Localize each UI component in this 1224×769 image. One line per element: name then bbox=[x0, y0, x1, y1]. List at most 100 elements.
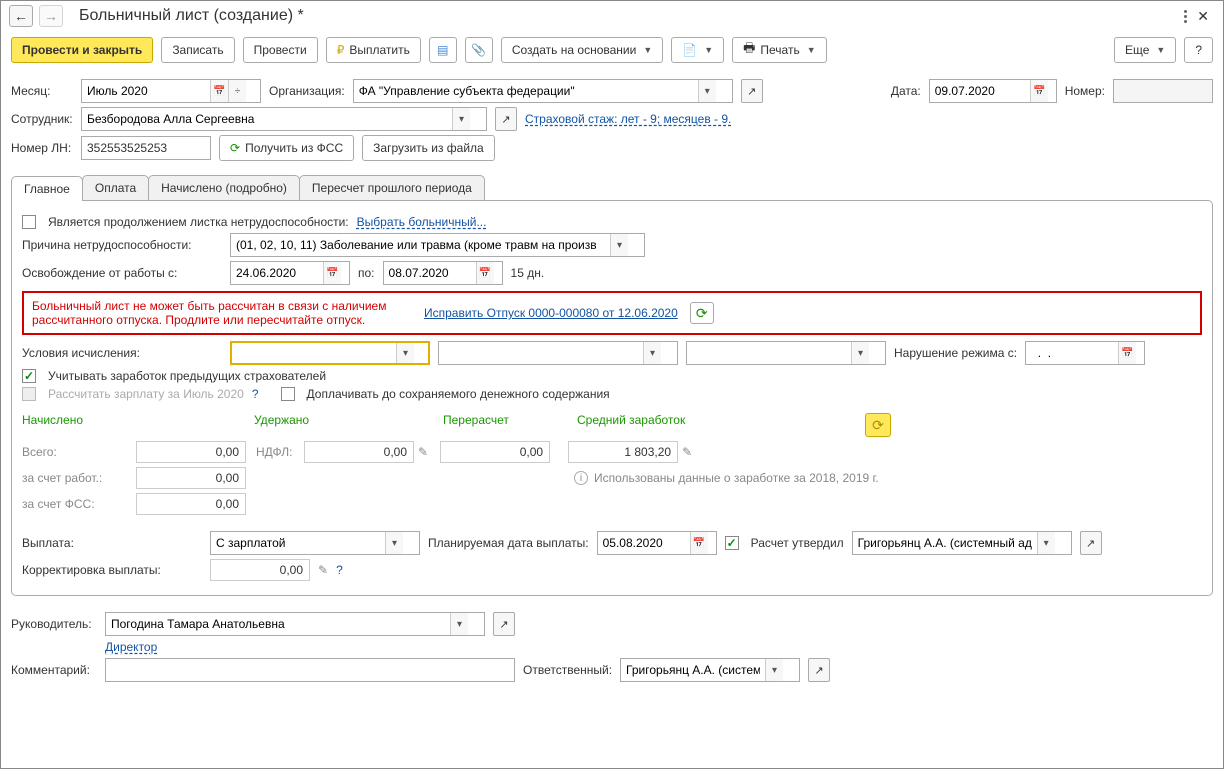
pay-button[interactable]: ₽Выплатить bbox=[326, 37, 421, 63]
dropdown-icon[interactable]: ▾ bbox=[452, 108, 470, 130]
total-label: Всего: bbox=[22, 445, 132, 459]
consider-prev-checkbox[interactable] bbox=[22, 369, 36, 383]
reload-icon[interactable]: ⟳ bbox=[690, 302, 714, 324]
recalculate-icon[interactable]: ⟳ bbox=[865, 413, 891, 437]
org-open-icon[interactable]: ↗ bbox=[741, 79, 763, 103]
fix-vacation-link[interactable]: Исправить Отпуск 0000-000080 от 12.06.20… bbox=[424, 306, 678, 320]
avg-earn-value[interactable]: 1 803,20 bbox=[568, 441, 678, 463]
employer-label: за счет работ.: bbox=[22, 471, 132, 485]
correction-label: Корректировка выплаты: bbox=[22, 563, 202, 577]
attachments-icon[interactable] bbox=[465, 37, 493, 63]
calendar-icon[interactable]: 📅 bbox=[1118, 342, 1136, 364]
post-button[interactable]: Провести bbox=[243, 37, 318, 63]
load-from-file-button[interactable]: Загрузить из файла bbox=[362, 135, 495, 161]
ndfl-value[interactable]: 0,00 bbox=[304, 441, 414, 463]
date-field[interactable]: 📅 bbox=[929, 79, 1057, 103]
responsible-open-icon[interactable]: ↗ bbox=[808, 658, 830, 682]
month-label: Месяц: bbox=[11, 84, 73, 98]
dropdown-icon[interactable]: ▾ bbox=[851, 342, 869, 364]
dropdown-icon[interactable]: ▾ bbox=[765, 659, 783, 681]
tab-main[interactable]: Главное bbox=[11, 176, 83, 201]
payment-field[interactable]: ▾ bbox=[210, 531, 420, 555]
calendar-icon[interactable]: 📅 bbox=[476, 262, 494, 284]
comment-field[interactable] bbox=[105, 658, 515, 682]
date-label: Дата: bbox=[891, 84, 921, 98]
help-icon[interactable]: ? bbox=[252, 387, 259, 401]
dropdown-icon[interactable]: ▾ bbox=[396, 343, 414, 363]
employer-value[interactable]: 0,00 bbox=[136, 467, 246, 489]
violation-date-field[interactable]: 📅 bbox=[1025, 341, 1145, 365]
calendar-icon[interactable]: 📅 bbox=[323, 262, 341, 284]
release-label: Освобождение от работы с: bbox=[22, 266, 222, 280]
total-accrued[interactable]: 0,00 bbox=[136, 441, 246, 463]
manager-open-icon[interactable]: ↗ bbox=[493, 612, 515, 636]
calc-condition-3[interactable]: ▾ bbox=[686, 341, 886, 365]
dropdown-icon[interactable]: ▾ bbox=[1037, 532, 1055, 554]
avg-earn-header: Средний заработок bbox=[577, 413, 737, 437]
approved-checkbox[interactable] bbox=[725, 536, 739, 550]
release-to-field[interactable]: 📅 bbox=[383, 261, 503, 285]
edit-ndfl-icon[interactable]: ✎ bbox=[418, 445, 428, 459]
help-icon[interactable]: ? bbox=[336, 563, 343, 577]
nav-forward[interactable]: → bbox=[39, 5, 63, 27]
calc-condition-2[interactable]: ▾ bbox=[438, 341, 678, 365]
responsible-field[interactable]: ▾ bbox=[620, 658, 800, 682]
supplement-checkbox[interactable] bbox=[281, 387, 295, 401]
dropdown-icon[interactable]: ▾ bbox=[450, 613, 468, 635]
approved-by-field[interactable]: ▾ bbox=[852, 531, 1072, 555]
planned-date-field[interactable]: 📅 bbox=[597, 531, 717, 555]
reason-field[interactable]: ▾ bbox=[230, 233, 645, 257]
save-button[interactable]: Записать bbox=[161, 37, 234, 63]
employee-open-icon[interactable]: ↗ bbox=[495, 107, 517, 131]
employee-field[interactable]: ▾ bbox=[81, 107, 487, 131]
create-based-on-button[interactable]: Создать на основании▼ bbox=[501, 37, 663, 63]
manager-field[interactable]: ▾ bbox=[105, 612, 485, 636]
calendar-icon[interactable]: 📅 bbox=[690, 532, 708, 554]
number-label: Номер: bbox=[1065, 84, 1105, 98]
number-field bbox=[1113, 79, 1213, 103]
manager-label: Руководитель: bbox=[11, 617, 97, 631]
approved-label: Расчет утвердил bbox=[751, 536, 844, 550]
document-structure-icon[interactable]: ▤ bbox=[429, 37, 457, 63]
choose-sick-leave-link[interactable]: Выбрать больничный... bbox=[357, 215, 487, 229]
help-button[interactable]: ? bbox=[1184, 37, 1213, 63]
continuation-checkbox[interactable] bbox=[22, 215, 36, 229]
dropdown-icon[interactable]: ▾ bbox=[698, 80, 716, 102]
close-icon[interactable]: ✕ bbox=[1197, 8, 1209, 25]
ln-field[interactable]: 352553525253 bbox=[81, 136, 211, 160]
error-box: Больничный лист не может быть рассчитан … bbox=[22, 291, 1202, 335]
tab-recalc[interactable]: Пересчет прошлого периода bbox=[299, 175, 485, 200]
print-button[interactable]: Печать▼ bbox=[732, 37, 827, 63]
post-and-close-button[interactable]: Провести и закрыть bbox=[11, 37, 153, 63]
tab-accrued-detail[interactable]: Начислено (подробно) bbox=[148, 175, 300, 200]
calc-condition-1[interactable]: ▾ bbox=[230, 341, 430, 365]
info-icon: i bbox=[574, 471, 588, 485]
recalc-value[interactable]: 0,00 bbox=[440, 441, 550, 463]
stepper-icon[interactable]: ÷ bbox=[228, 80, 246, 102]
tab-payment[interactable]: Оплата bbox=[82, 175, 149, 200]
correction-value[interactable]: 0,00 bbox=[210, 559, 310, 581]
get-from-fss-button[interactable]: ⟳Получить из ФСС bbox=[219, 135, 354, 161]
calendar-icon[interactable]: 📅 bbox=[210, 80, 228, 102]
approved-open-icon[interactable]: ↗ bbox=[1080, 531, 1102, 555]
dropdown-icon[interactable]: ▾ bbox=[643, 342, 661, 364]
calc-conditions-label: Условия исчисления: bbox=[22, 346, 222, 360]
recalc-salary-checkbox bbox=[22, 387, 36, 401]
more-button[interactable]: Еще▼ bbox=[1114, 37, 1176, 63]
org-field[interactable]: ▾ bbox=[353, 79, 733, 103]
release-from-field[interactable]: 📅 bbox=[230, 261, 350, 285]
dropdown-icon[interactable]: ▾ bbox=[385, 532, 403, 554]
dropdown-icon[interactable]: ▾ bbox=[610, 234, 628, 256]
edit-avg-icon[interactable]: ✎ bbox=[682, 445, 692, 459]
fss-value[interactable]: 0,00 bbox=[136, 493, 246, 515]
kebab-menu-icon[interactable] bbox=[1184, 8, 1187, 25]
position-link[interactable]: Директор bbox=[105, 640, 157, 654]
nav-back[interactable]: ← bbox=[9, 5, 33, 27]
fss-label: за счет ФСС: bbox=[22, 497, 132, 511]
edit-correction-icon[interactable]: ✎ bbox=[318, 563, 328, 577]
month-field[interactable]: 📅 ÷ bbox=[81, 79, 261, 103]
recalc-header: Перерасчет bbox=[443, 413, 573, 437]
insurance-link[interactable]: Страховой стаж: лет - 9; месяцев - 9. bbox=[525, 112, 731, 126]
calendar-icon[interactable]: 📅 bbox=[1030, 80, 1048, 102]
actions-dropdown[interactable]: 📄▼ bbox=[671, 37, 724, 63]
